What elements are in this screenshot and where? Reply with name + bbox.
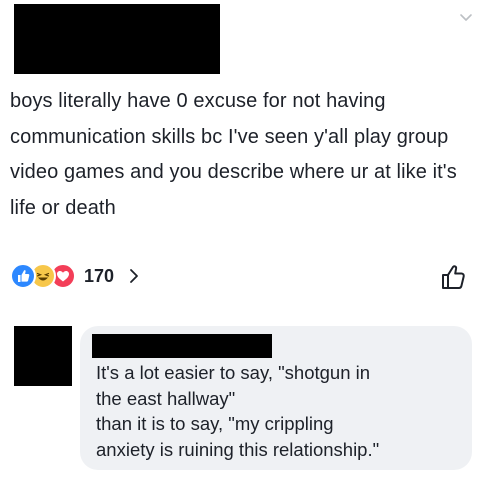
reactions-summary[interactable]: 170 xyxy=(10,262,140,290)
comment-text: It's a lot easier to say, "shotgun in th… xyxy=(96,360,468,462)
reaction-count: 170 xyxy=(84,265,115,286)
comment-line: than it is to say, "my crippling xyxy=(96,413,334,434)
post-text: boys literally have 0 excuse for not hav… xyxy=(10,90,457,219)
comment-line: the east hallway" xyxy=(96,387,236,409)
redacted-avatar xyxy=(14,326,72,386)
redacted-author xyxy=(14,4,220,74)
chevron-right-icon[interactable] xyxy=(128,267,140,285)
comment-line: It's a lot easier to say, "shotgun in xyxy=(96,362,371,383)
like-button-icon[interactable] xyxy=(440,263,468,291)
redacted-commenter-name xyxy=(92,334,272,358)
comment-line: anxiety is ruining this relationship." xyxy=(96,438,380,460)
like-reaction-icon xyxy=(10,263,36,289)
chevron-down-icon[interactable] xyxy=(458,10,474,26)
post-card: boys literally have 0 excuse for not hav… xyxy=(0,0,480,312)
